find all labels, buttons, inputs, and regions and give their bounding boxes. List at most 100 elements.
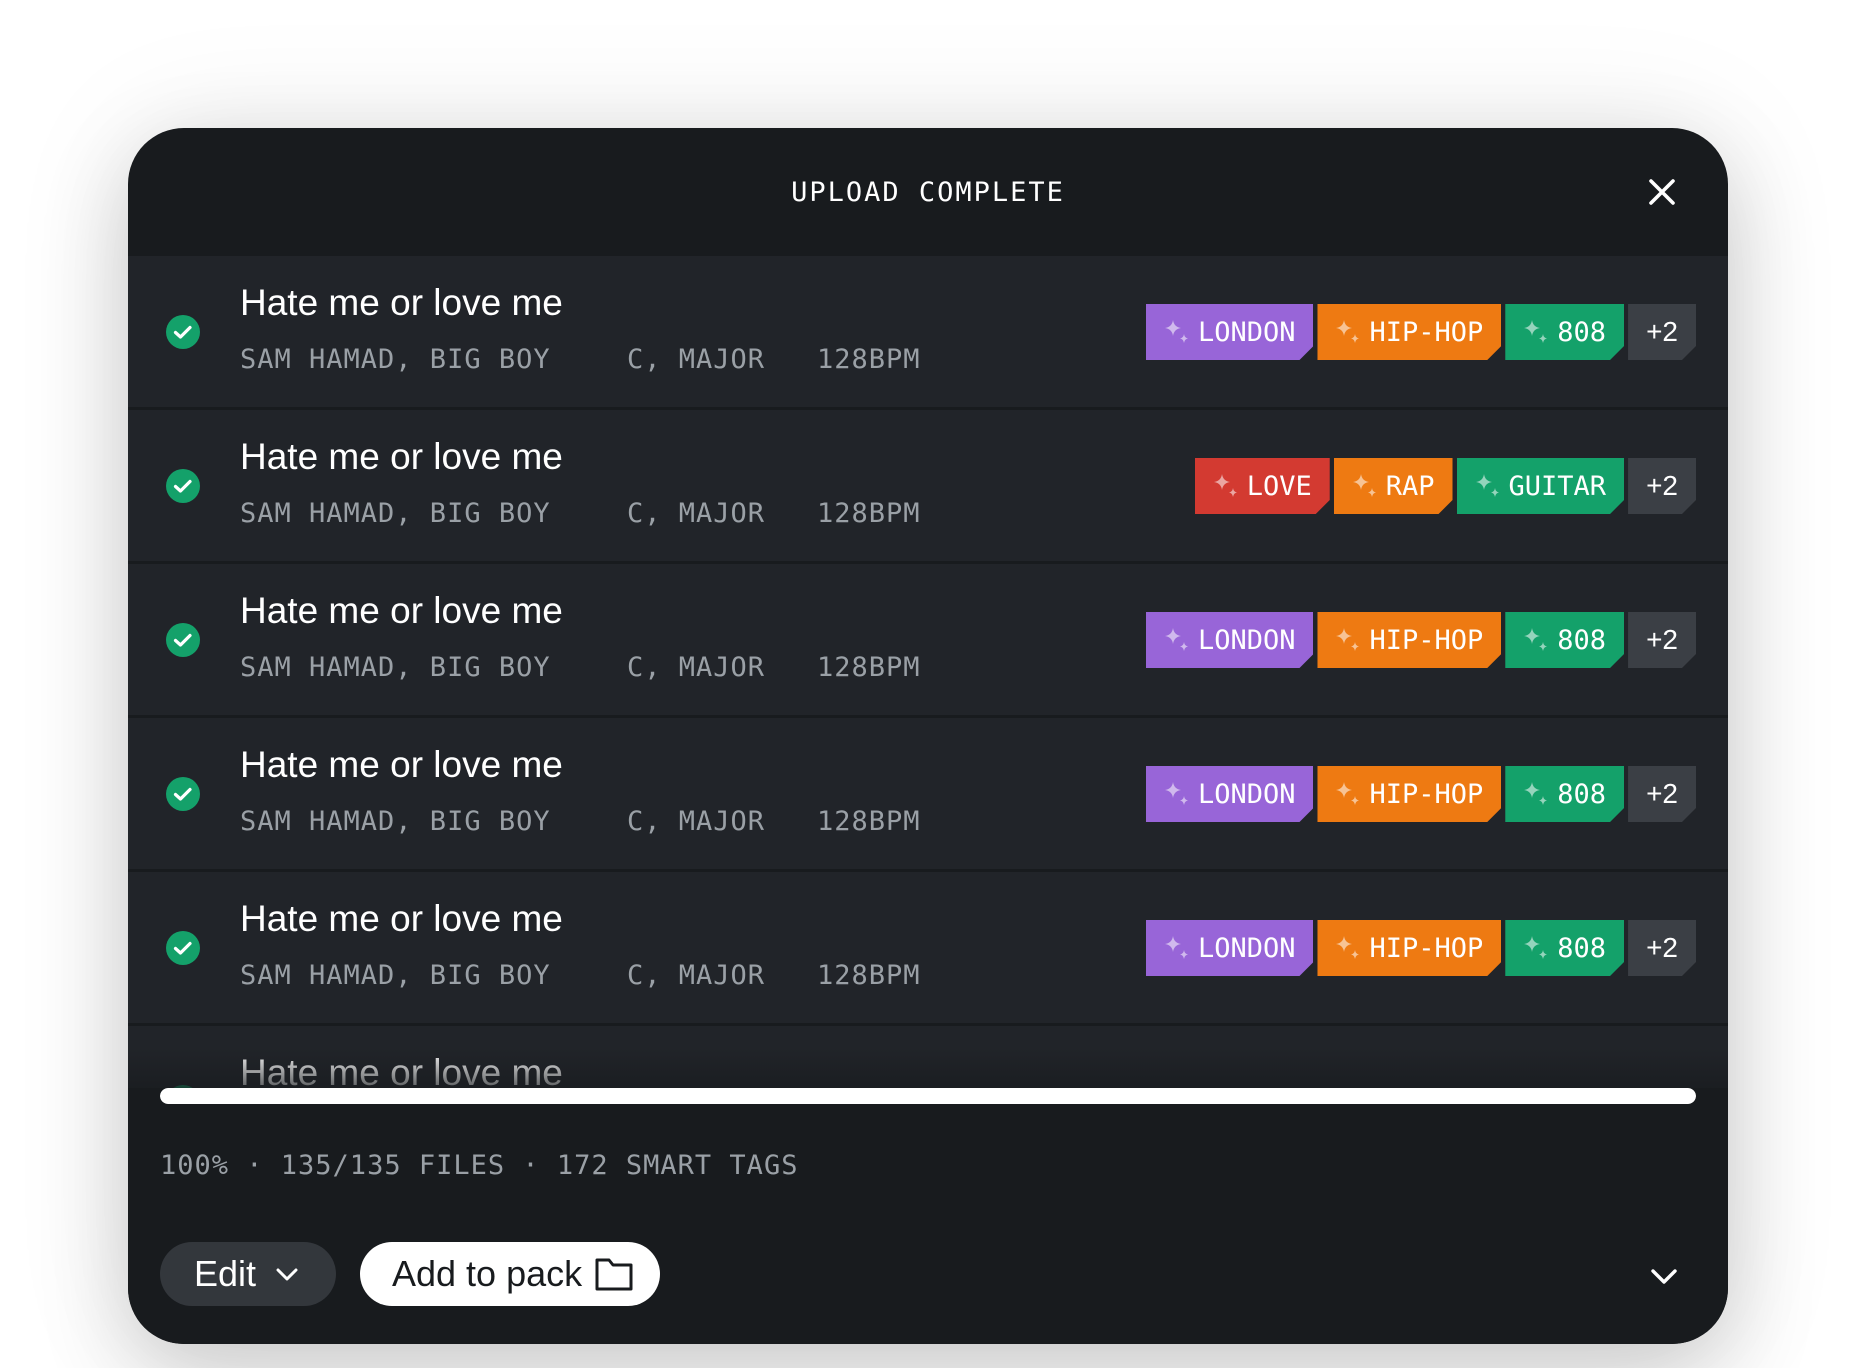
smart-tag[interactable]: HIP-HOP [1317, 612, 1501, 668]
check-circle-icon [166, 315, 200, 349]
smart-tag[interactable]: 808 [1505, 766, 1624, 822]
sparkle-icon [1211, 471, 1241, 501]
check-circle-icon [166, 931, 200, 965]
track-key: C, MAJOR [627, 806, 766, 837]
track-bpm: 128BPM [817, 344, 921, 375]
track-key: C, MAJOR [627, 960, 766, 991]
track-bpm: 128BPM [817, 960, 921, 991]
tag-label: LONDON [1197, 624, 1296, 656]
sparkle-icon [1333, 779, 1363, 809]
smart-tag[interactable]: LONDON [1146, 920, 1314, 976]
upload-row[interactable]: Hate me or love me SAM HAMAD, BIG BOY C, M… [128, 872, 1728, 1026]
smart-tags: LONDON HIP-HOP 808 +2 [1146, 920, 1696, 976]
track-title: Hate me or love me [240, 744, 563, 785]
tag-label: 808 [1557, 778, 1607, 810]
tag-label: 808 [1557, 624, 1607, 656]
smart-tag[interactable]: 808 [1505, 920, 1624, 976]
tag-label: LOVE [1246, 470, 1312, 502]
upload-row[interactable]: Hate me or love me SAM HAMAD, BIG BOY C, M… [128, 256, 1728, 410]
more-tags-button[interactable]: +2 [1628, 612, 1696, 668]
track-artist: SAM HAMAD, BIG BOY [240, 344, 551, 375]
check-circle-icon [166, 777, 200, 811]
panel-title: UPLOAD COMPLETE [791, 176, 1065, 208]
sparkle-icon [1521, 779, 1551, 809]
tag-label: HIP-HOP [1369, 778, 1484, 810]
add-to-pack-label: Add to pack [392, 1253, 583, 1294]
smart-tag[interactable]: LONDON [1146, 612, 1314, 668]
edit-button[interactable]: Edit [160, 1242, 336, 1306]
more-tags-button[interactable]: +2 [1628, 766, 1696, 822]
sparkle-icon [1162, 625, 1192, 655]
smart-tags: LONDON HIP-HOP 808 +2 [1146, 612, 1696, 668]
tag-label: 808 [1557, 316, 1607, 348]
track-bpm: 128BPM [817, 498, 921, 529]
more-tags-button[interactable]: +2 [1628, 304, 1696, 360]
tag-label: RAP [1385, 470, 1435, 502]
sparkle-icon [1521, 933, 1551, 963]
edit-label: Edit [194, 1253, 257, 1294]
smart-tag[interactable]: RAP [1334, 458, 1453, 514]
track-artist: SAM HAMAD, BIG BOY [240, 960, 551, 991]
close-icon[interactable] [1638, 168, 1686, 216]
smart-tag[interactable]: HIP-HOP [1317, 920, 1501, 976]
sparkle-icon [1521, 317, 1551, 347]
tag-label: LONDON [1197, 778, 1296, 810]
track-title: Hate me or love me [240, 590, 563, 631]
sparkle-icon [1333, 933, 1363, 963]
check-circle-icon [166, 623, 200, 657]
track-artist: SAM HAMAD, BIG BOY [240, 806, 551, 837]
smart-tag[interactable]: LOVE [1195, 458, 1330, 514]
track-key: C, MAJOR [627, 498, 766, 529]
tag-label: LONDON [1197, 316, 1296, 348]
smart-tags: LONDON HIP-HOP 808 +2 [1146, 766, 1696, 822]
sparkle-icon [1350, 471, 1380, 501]
smart-tags: LONDON HIP-HOP 808 +2 [1146, 304, 1696, 360]
track-title: Hate me or love me [240, 898, 563, 939]
tag-label: HIP-HOP [1369, 624, 1484, 656]
upload-list: Hate me or love me SAM HAMAD, BIG BOY C, M… [128, 256, 1728, 1208]
add-to-pack-button[interactable]: Add to pack [360, 1242, 660, 1306]
smart-tag[interactable]: 808 [1505, 612, 1624, 668]
sparkle-icon [1333, 625, 1363, 655]
smart-tag[interactable]: HIP-HOP [1317, 766, 1501, 822]
chevron-down-icon [276, 1268, 298, 1281]
track-bpm: 128BPM [817, 652, 921, 683]
track-key: C, MAJOR [627, 344, 766, 375]
sparkle-icon [1162, 317, 1192, 347]
upload-row[interactable]: Hate me or love me SAM HAMAD, BIG BOY C, M… [128, 718, 1728, 872]
tag-label: GUITAR [1508, 470, 1607, 502]
folder-icon [595, 1258, 633, 1291]
smart-tags: LOVE RAP GUITAR +2 [1195, 458, 1696, 514]
tag-label: HIP-HOP [1369, 932, 1484, 964]
sparkle-icon [1333, 317, 1363, 347]
more-tags-button[interactable]: +2 [1628, 458, 1696, 514]
track-artist: SAM HAMAD, BIG BOY [240, 498, 551, 529]
sparkle-icon [1162, 779, 1192, 809]
progress-bar [160, 1088, 1696, 1104]
tag-label: HIP-HOP [1369, 316, 1484, 348]
chevron-down-icon[interactable] [1640, 1252, 1688, 1300]
upload-panel: UPLOAD COMPLETE Hate me or love me SAM HA… [128, 128, 1728, 1344]
panel-footer: 100% · 135/135 FILES · 172 SMART TAGS Ed… [128, 1088, 1728, 1344]
track-artist: SAM HAMAD, BIG BOY [240, 652, 551, 683]
sparkle-icon [1521, 625, 1551, 655]
panel-header: UPLOAD COMPLETE [128, 128, 1728, 256]
track-bpm: 128BPM [817, 806, 921, 837]
tag-label: LONDON [1197, 932, 1296, 964]
progress-fill [160, 1088, 1696, 1104]
sparkle-icon [1473, 471, 1503, 501]
check-circle-icon [166, 469, 200, 503]
track-title: Hate me or love me [240, 282, 563, 323]
smart-tag[interactable]: LONDON [1146, 304, 1314, 360]
smart-tag[interactable]: 808 [1505, 304, 1624, 360]
upload-row[interactable]: Hate me or love me SAM HAMAD, BIG BOY C, M… [128, 564, 1728, 718]
tag-label: 808 [1557, 932, 1607, 964]
sparkle-icon [1162, 933, 1192, 963]
smart-tag[interactable]: HIP-HOP [1317, 304, 1501, 360]
track-title: Hate me or love me [240, 436, 563, 477]
upload-row[interactable]: Hate me or love me SAM HAMAD, BIG BOY C, M… [128, 410, 1728, 564]
more-tags-button[interactable]: +2 [1628, 920, 1696, 976]
smart-tag[interactable]: GUITAR [1457, 458, 1625, 514]
upload-stats: 100% · 135/135 FILES · 172 SMART TAGS [160, 1150, 799, 1181]
smart-tag[interactable]: LONDON [1146, 766, 1314, 822]
